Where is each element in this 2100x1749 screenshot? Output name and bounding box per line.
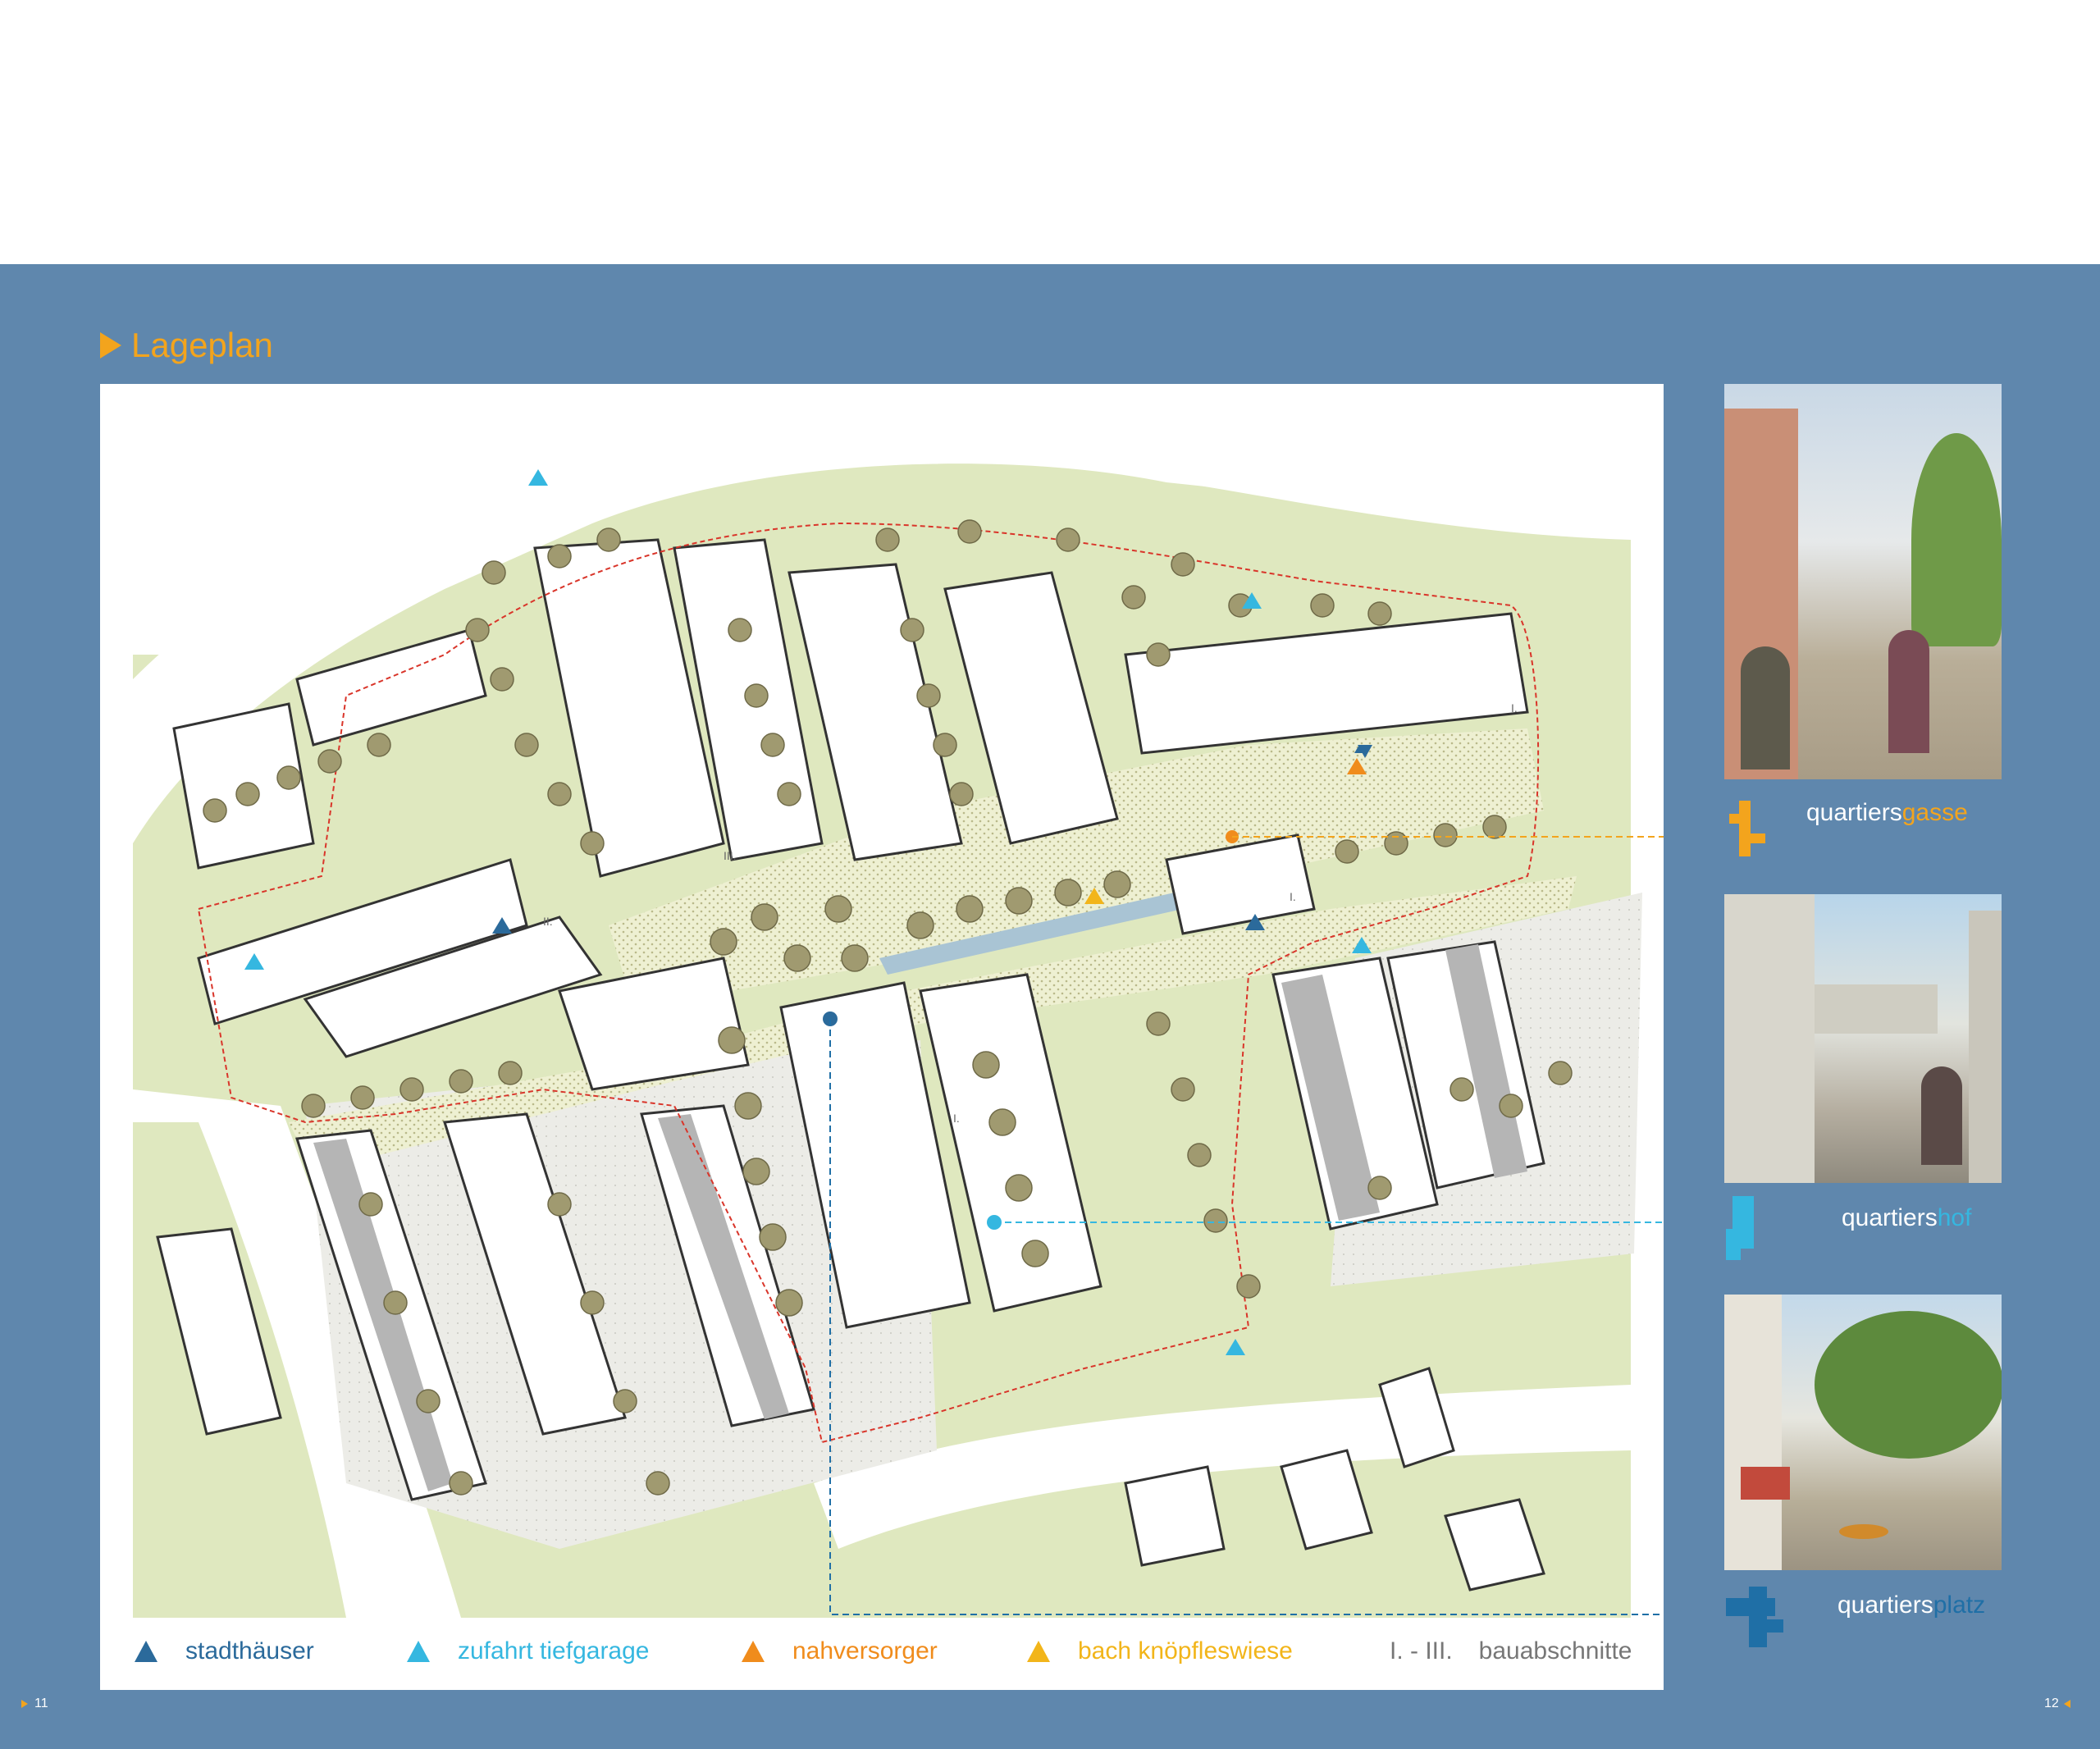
legend-prefix: I. - III. bbox=[1390, 1637, 1453, 1665]
legend-item: I. - III. bauabschnitte bbox=[1390, 1637, 1632, 1665]
caption-quartiersplatz: quartiersplatz bbox=[1838, 1591, 1986, 1619]
page-arrow-icon bbox=[21, 1700, 28, 1708]
page-number-right: 12 bbox=[2044, 1696, 2070, 1711]
title-text: Lageplan bbox=[131, 326, 273, 364]
triangle-marker-icon bbox=[1027, 1641, 1050, 1662]
photo-quartiershof bbox=[1724, 894, 2002, 1183]
legend-item: bach knöpfleswiese bbox=[1027, 1637, 1293, 1665]
legend-label: bauabschnitte bbox=[1478, 1637, 1632, 1665]
phase-label: III. bbox=[724, 849, 737, 862]
phase-label: I. bbox=[953, 1112, 960, 1125]
site-plan-drawing: II. III. I. I. I. bbox=[133, 409, 1664, 1618]
triangle-marker-icon bbox=[407, 1641, 430, 1662]
site-plan: II. III. I. I. I. stadthäuser zufahrt ti… bbox=[100, 384, 1664, 1690]
page-number-left: 11 bbox=[21, 1696, 48, 1711]
legend-label: bach knöpfleswiese bbox=[1078, 1637, 1293, 1665]
cyan-path-icon bbox=[1726, 1196, 1755, 1260]
section-title: Lageplan bbox=[100, 325, 273, 366]
orange-path-icon bbox=[1729, 801, 1765, 856]
phase-label: II. bbox=[543, 915, 553, 928]
legend-item: stadthäuser bbox=[135, 1637, 314, 1665]
photo-quartiersplatz bbox=[1724, 1295, 2002, 1570]
title-arrow-icon bbox=[100, 332, 121, 358]
caption-quartiersgasse: quartiersgasse bbox=[1806, 799, 1968, 826]
legend-item: zufahrt tiefgarage bbox=[407, 1637, 649, 1665]
phase-label: I. bbox=[1290, 890, 1296, 903]
caption-quartiershof: quartiershof bbox=[1842, 1204, 1972, 1231]
photo-quartiersgasse bbox=[1724, 384, 2002, 779]
legend-label: zufahrt tiefgarage bbox=[458, 1637, 650, 1665]
page-arrow-icon bbox=[2063, 1700, 2070, 1708]
triangle-marker-icon bbox=[742, 1641, 765, 1662]
phase-label: I. bbox=[1511, 701, 1518, 715]
triangle-marker-icon bbox=[135, 1641, 158, 1662]
map-legend: stadthäuser zufahrt tiefgarage nahversor… bbox=[100, 1631, 1664, 1680]
legend-label: nahversorger bbox=[792, 1637, 938, 1665]
blue-path-icon bbox=[1726, 1587, 1783, 1647]
legend-item: nahversorger bbox=[742, 1637, 938, 1665]
legend-label: stadthäuser bbox=[185, 1637, 314, 1665]
